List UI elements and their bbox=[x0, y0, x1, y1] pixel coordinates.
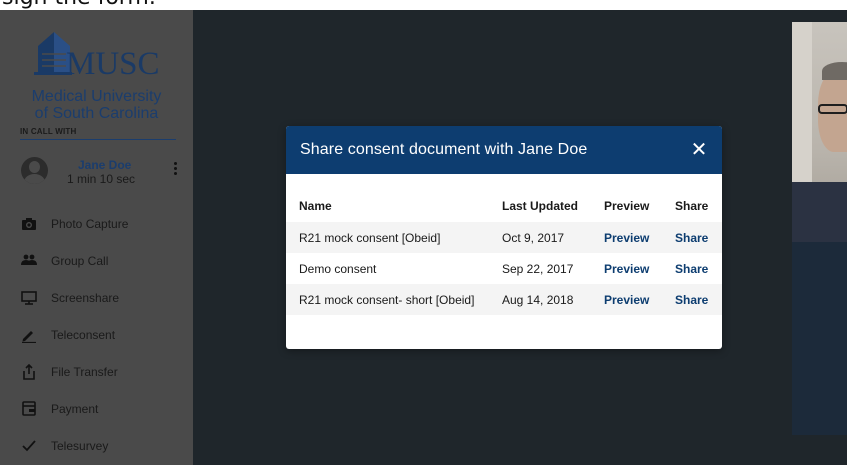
column-header-share: Share bbox=[675, 199, 709, 213]
preview-link[interactable]: Preview bbox=[604, 253, 649, 284]
call-duration: 1 min 10 sec bbox=[67, 172, 136, 186]
menu-label: Group Call bbox=[51, 253, 109, 268]
monitor-icon bbox=[20, 289, 38, 307]
tools-menu: Photo Capture Group Call Screenshare Tel… bbox=[0, 205, 193, 464]
share-consent-dialog: Share consent document with Jane Doe ✕ N… bbox=[286, 126, 722, 349]
menu-item-file-transfer[interactable]: File Transfer bbox=[0, 353, 193, 390]
camera-icon bbox=[20, 215, 38, 233]
menu-item-photo-capture[interactable]: Photo Capture bbox=[0, 205, 193, 242]
menu-label: Photo Capture bbox=[51, 216, 129, 231]
preview-link[interactable]: Preview bbox=[604, 284, 649, 315]
menu-item-group-call[interactable]: Group Call bbox=[0, 242, 193, 279]
teleconsent-app: MUSC Medical University of South Carolin… bbox=[0, 10, 847, 465]
column-header-name: Name bbox=[299, 199, 332, 213]
document-name: R21 mock consent- short [Obeid] bbox=[299, 292, 475, 307]
consent-documents-table: Name Last Updated Preview Share R21 mock… bbox=[286, 196, 722, 315]
menu-label: Teleconsent bbox=[51, 327, 116, 342]
page-caption: sign the form. bbox=[0, 0, 847, 10]
column-header-last-updated: Last Updated bbox=[502, 199, 579, 213]
logo-subtitle-line1: Medical University bbox=[31, 88, 162, 105]
sidebar: MUSC Medical University of South Carolin… bbox=[0, 10, 193, 465]
remote-video-feed bbox=[792, 22, 847, 435]
wallet-icon bbox=[20, 400, 38, 418]
menu-label: File Transfer bbox=[51, 364, 118, 379]
document-name: R21 mock consent [Obeid] bbox=[299, 230, 441, 245]
avatar bbox=[21, 157, 48, 184]
share-link[interactable]: Share bbox=[675, 253, 708, 284]
document-name: Demo consent bbox=[299, 261, 377, 276]
document-last-updated: Aug 14, 2018 bbox=[502, 292, 574, 307]
logo-subtitle-line2: of South Carolina bbox=[34, 105, 159, 122]
document-last-updated: Oct 9, 2017 bbox=[502, 230, 565, 245]
dialog-header: Share consent document with Jane Doe ✕ bbox=[286, 126, 722, 174]
check-icon bbox=[20, 437, 38, 455]
menu-label: Screenshare bbox=[51, 290, 120, 305]
upload-icon bbox=[20, 363, 38, 381]
pen-icon bbox=[20, 326, 38, 344]
dialog-title: Share consent document with Jane Doe bbox=[300, 141, 588, 158]
group-icon bbox=[20, 252, 38, 270]
table-row: R21 mock consent [Obeid] Oct 9, 2017 Pre… bbox=[286, 222, 722, 253]
menu-item-payment[interactable]: Payment bbox=[0, 390, 193, 427]
table-row: Demo consent Sep 22, 2017 Preview Share bbox=[286, 253, 722, 284]
menu-label: Payment bbox=[51, 401, 99, 416]
menu-item-screenshare[interactable]: Screenshare bbox=[0, 279, 193, 316]
document-last-updated: Sep 22, 2017 bbox=[502, 261, 574, 276]
share-link[interactable]: Share bbox=[675, 222, 708, 253]
table-header-row: Name Last Updated Preview Share bbox=[286, 196, 722, 216]
menu-label: Telesurvey bbox=[51, 438, 109, 453]
logo-wordmark: MUSC bbox=[66, 46, 160, 82]
share-link[interactable]: Share bbox=[675, 284, 708, 315]
caller-name: Jane Doe bbox=[78, 158, 132, 172]
close-icon[interactable]: ✕ bbox=[689, 140, 709, 160]
table-row: R21 mock consent- short [Obeid] Aug 14, … bbox=[286, 284, 722, 315]
preview-link[interactable]: Preview bbox=[604, 222, 649, 253]
musc-logo: MUSC Medical University of South Carolin… bbox=[0, 24, 193, 124]
menu-item-telesurvey[interactable]: Telesurvey bbox=[0, 427, 193, 464]
in-call-divider bbox=[20, 139, 176, 140]
menu-item-teleconsent[interactable]: Teleconsent bbox=[0, 316, 193, 353]
column-header-preview: Preview bbox=[604, 199, 650, 213]
in-call-label: IN CALL WITH bbox=[20, 127, 77, 136]
caller-card: Jane Doe 1 min 10 sec bbox=[20, 150, 185, 190]
more-options-icon[interactable] bbox=[170, 162, 180, 180]
